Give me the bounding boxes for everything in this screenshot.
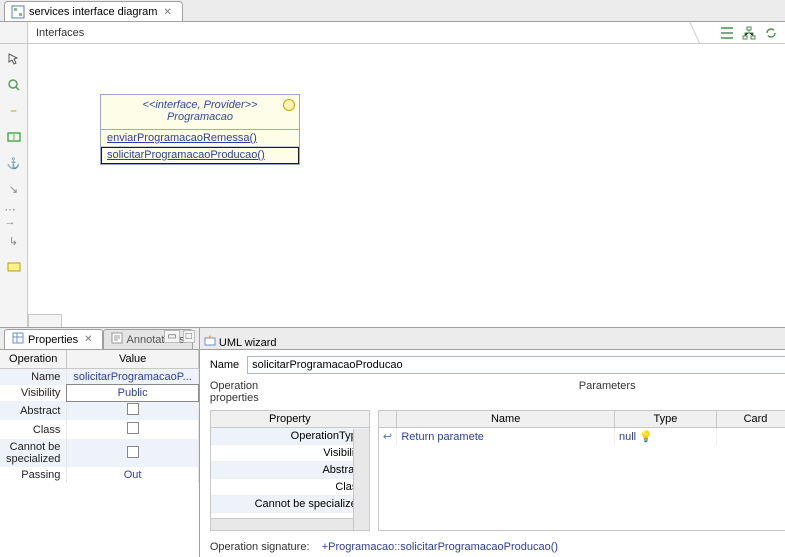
param-col-card[interactable]: Card <box>716 411 785 428</box>
proplist-row[interactable]: Abstract <box>211 462 369 479</box>
dotted-tool-icon[interactable]: ⋯→ <box>5 206 23 224</box>
wizard-section-headers: Operation properties Parameters >P <box>210 380 785 404</box>
uml-operations: enviarProgramacaoRemessa() solicitarProg… <box>101 130 299 164</box>
name-input[interactable] <box>247 356 785 374</box>
palette: ⎯ I ⚓ ↘ ⋯→ ↳ <box>0 44 28 327</box>
param-col-name[interactable]: Name <box>397 411 615 428</box>
note-tool-icon[interactable] <box>5 258 23 276</box>
prop-row: Cannot be specialized <box>0 439 198 467</box>
breadcrumb-divider <box>699 22 719 43</box>
tree-icon[interactable] <box>741 25 757 41</box>
gen-tool-icon[interactable]: ↳ <box>5 232 23 250</box>
breadcrumb[interactable]: Interfaces <box>28 24 699 42</box>
dep-tool-icon[interactable]: ↘ <box>5 180 23 198</box>
interface-tool-icon[interactable]: I <box>5 128 23 146</box>
proplist-row[interactable]: Cannot be specialized <box>211 496 369 513</box>
bottom-panels: Properties ✕ Annotations ▭ □ Operation V… <box>0 327 785 557</box>
uml-wizard-panel: UML wizard Name Operation properties Par… <box>200 327 785 557</box>
scrollbar-vertical[interactable] <box>353 429 369 530</box>
annotations-icon <box>111 332 123 347</box>
uml-header: <<interface, Provider>> Programacao <box>101 95 299 130</box>
prop-row: Abstract <box>0 401 198 420</box>
maximize-icon[interactable]: □ <box>183 330 195 343</box>
prop-row: NamesolicitarProgramacaoP... <box>0 369 198 386</box>
properties-panel: Properties ✕ Annotations ▭ □ Operation V… <box>0 327 200 557</box>
return-icon: ↩ <box>379 428 397 446</box>
provided-interface-icon <box>283 99 295 111</box>
wizard-tabbar: UML wizard <box>200 328 785 350</box>
checkbox[interactable] <box>127 403 139 415</box>
refresh-icon[interactable] <box>763 25 779 41</box>
workspace: ⎯ I ⚓ ↘ ⋯→ ↳ <<interface, Provider>> Pro… <box>0 44 785 327</box>
param-col-icon[interactable] <box>379 411 397 428</box>
tab-uml-wizard-label: UML wizard <box>219 337 277 349</box>
param-col-type[interactable]: Type <box>614 411 716 428</box>
properties-icon <box>12 332 24 347</box>
diagram-canvas[interactable]: <<interface, Provider>> Programacao envi… <box>28 44 785 327</box>
prop-row: PassingOut <box>0 467 198 483</box>
editor-tab-title: services interface diagram <box>29 6 157 18</box>
proplist-col[interactable]: Property <box>211 411 369 428</box>
lightbulb-icon[interactable]: 💡 <box>639 431 653 443</box>
checkbox[interactable] <box>127 446 139 458</box>
select-tool-icon[interactable] <box>5 50 23 68</box>
param-row: ↩ Return paramete null 💡 <box>379 428 785 446</box>
signature-value: +Programacao::solicitarProgramacaoProduc… <box>322 541 558 553</box>
col-operation[interactable]: Operation <box>0 350 67 369</box>
editor-tab[interactable]: services interface diagram ✕ <box>4 1 183 21</box>
ruler-corner <box>28 314 62 327</box>
col-value[interactable]: Value <box>67 350 198 369</box>
proplist-row[interactable]: Class <box>211 479 369 496</box>
wizard-body: Name Operation properties Parameters >P … <box>200 350 785 557</box>
prop-row: Class <box>0 420 198 439</box>
parameters-table[interactable]: Name Type Card Passin V ↩ Return paramet… <box>378 410 785 531</box>
wizard-name-row: Name <box>210 356 785 374</box>
operation-property-list[interactable]: Property OperationType Visibility Abstra… <box>210 410 370 531</box>
scrollbar-horizontal[interactable] <box>211 518 353 530</box>
param-type[interactable]: null 💡 <box>614 428 716 446</box>
breadcrumb-gutter <box>0 22 28 43</box>
name-label: Name <box>210 359 239 371</box>
params-header: Parameters <box>579 380 636 404</box>
uml-classname: Programacao <box>105 111 295 123</box>
checkbox[interactable] <box>127 422 139 434</box>
minimize-icon[interactable]: ▭ <box>164 330 179 343</box>
op-props-header: Operation properties <box>210 380 259 404</box>
proplist-row[interactable]: Visibility <box>211 445 369 462</box>
link-tool-icon[interactable]: ⎯ <box>5 102 23 120</box>
prop-row: VisibilityPublic <box>0 385 198 401</box>
param-name[interactable]: Return paramete <box>397 428 615 446</box>
uml-interface-box[interactable]: <<interface, Provider>> Programacao envi… <box>100 94 300 165</box>
param-card[interactable] <box>716 428 785 446</box>
close-icon[interactable]: ✕ <box>82 334 94 345</box>
properties-grid[interactable]: Operation Value NamesolicitarProgramacao… <box>0 350 199 557</box>
properties-tabbar: Properties ✕ Annotations ▭ □ <box>0 328 199 350</box>
wizard-lists: Property OperationType Visibility Abstra… <box>210 410 785 531</box>
panel-controls: ▭ □ <box>164 330 195 343</box>
tab-properties[interactable]: Properties ✕ <box>4 329 103 349</box>
tab-properties-label: Properties <box>28 334 78 346</box>
diagram-icon <box>11 5 25 19</box>
anchor-tool-icon[interactable]: ⚓ <box>5 154 23 172</box>
uml-operation[interactable]: solicitarProgramacaoProducao() <box>101 147 299 164</box>
uml-operation[interactable]: enviarProgramacaoRemessa() <box>101 130 299 147</box>
signature-label: Operation signature: <box>210 541 310 553</box>
zoom-tool-icon[interactable] <box>5 76 23 94</box>
proplist-row[interactable]: OperationType <box>211 428 369 445</box>
svg-text:I: I <box>12 133 14 142</box>
breadcrumb-row: Interfaces <box>0 22 785 44</box>
align-icon[interactable] <box>719 25 735 41</box>
signature-row: Operation signature: +Programacao::solic… <box>210 537 785 553</box>
tab-uml-wizard[interactable]: UML wizard <box>204 334 277 349</box>
wizard-icon <box>204 337 216 349</box>
toolbar-right <box>719 25 785 41</box>
close-icon[interactable]: ✕ <box>161 7 173 18</box>
editor-tabbar: services interface diagram ✕ <box>0 0 785 22</box>
uml-stereotype: <<interface, Provider>> <box>105 99 295 111</box>
